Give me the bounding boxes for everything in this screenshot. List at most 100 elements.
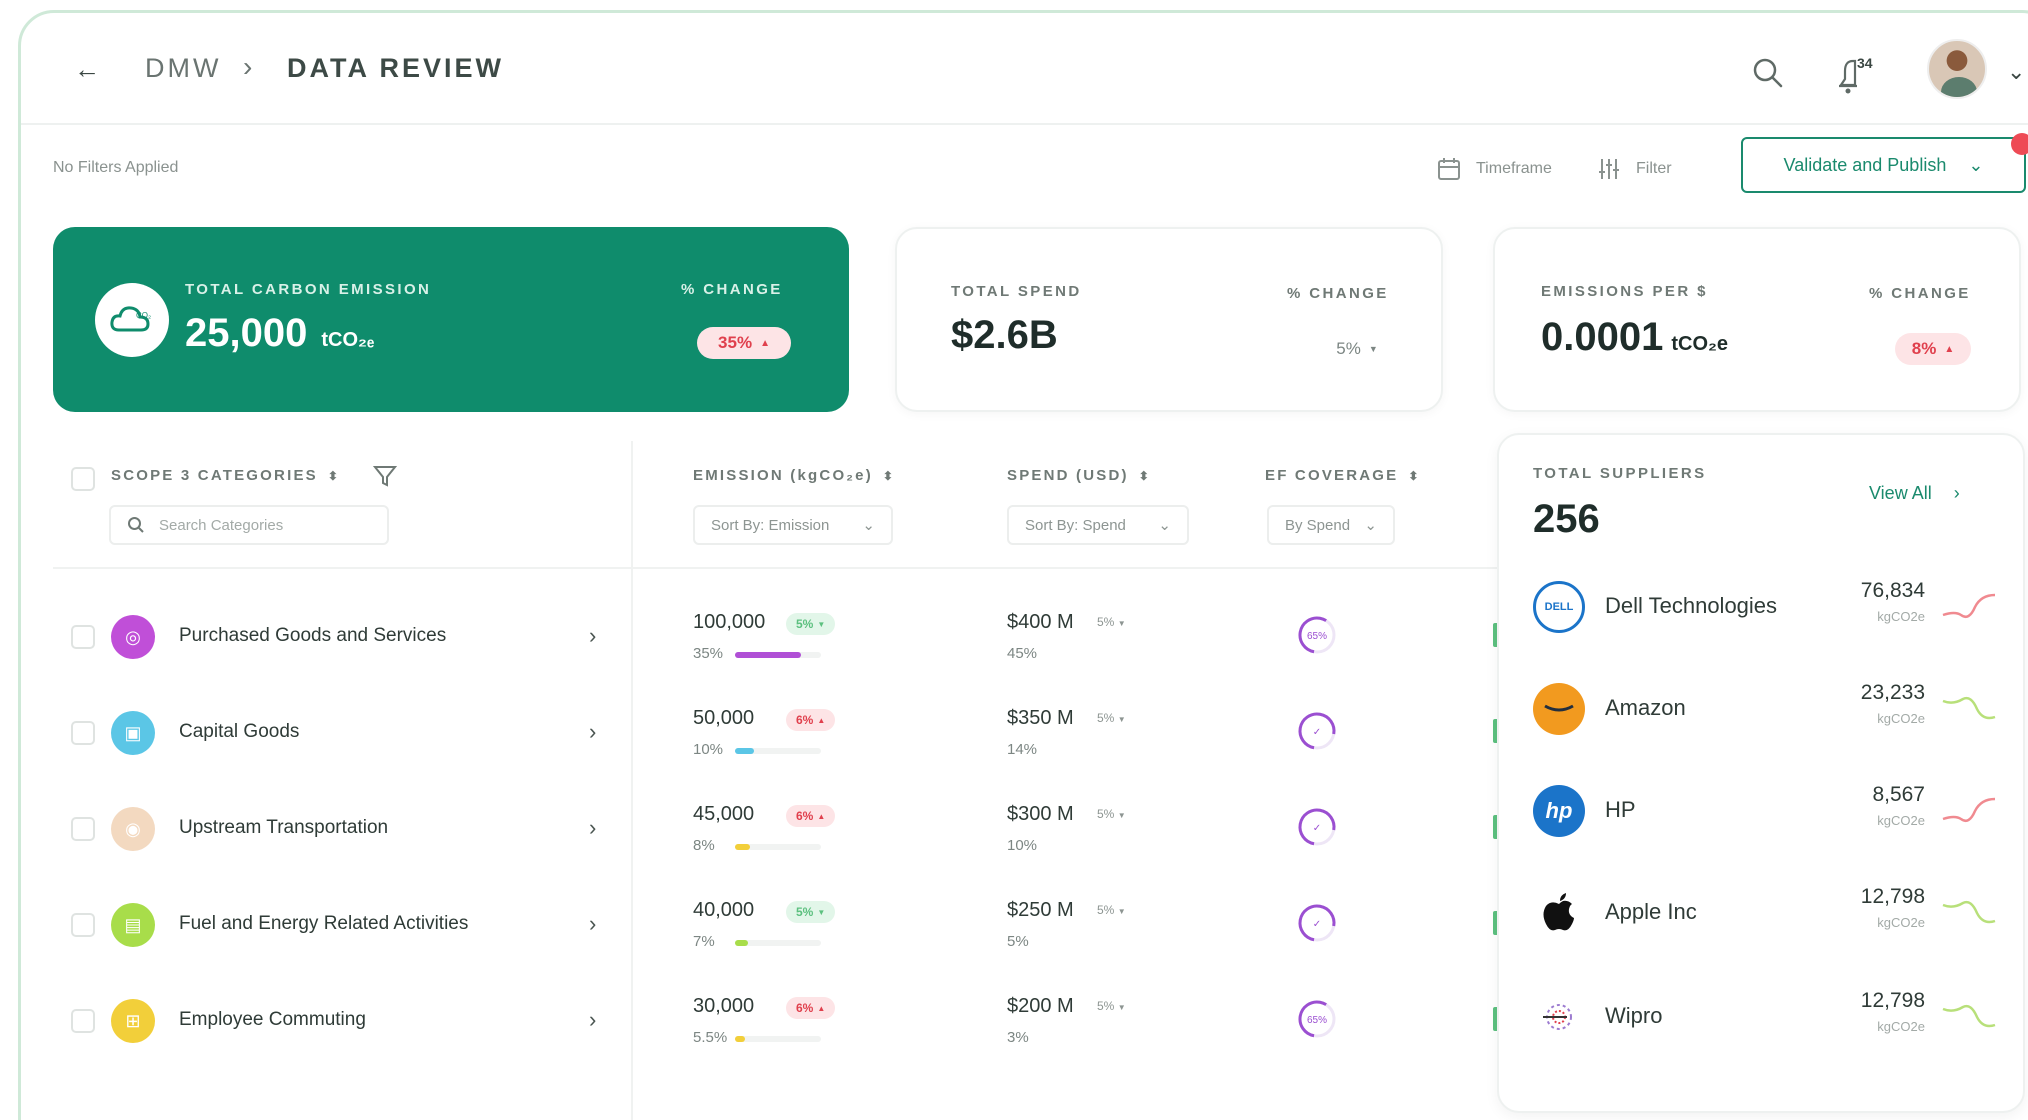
spend-header[interactable]: SPEND (USD) ⬍: [1007, 467, 1151, 484]
view-all-link[interactable]: View All ›: [1869, 483, 1960, 504]
supplier-unit: kgCO2e: [1877, 915, 1925, 930]
carbon-label: TOTAL CARBON EMISSION: [185, 281, 432, 298]
sort-icon: ⬍: [882, 469, 896, 483]
breadcrumb-root[interactable]: DMW: [145, 53, 221, 84]
emission-share-fill: [735, 748, 754, 754]
supplier-row[interactable]: hp HP 8,567 kgCO2e: [1499, 769, 2027, 869]
sort-icon: ⬍: [1138, 469, 1151, 483]
supplier-unit: kgCO2e: [1877, 711, 1925, 726]
table-row[interactable]: ⊞ Employee Commuting › 30,000 6% ▲ 5.5% $200 M 5…: [53, 985, 1523, 1081]
funnel-filter-icon[interactable]: [373, 465, 397, 487]
triangle-down-icon: ▼: [1368, 344, 1378, 354]
ef-coverage-value: ✓: [1313, 919, 1321, 930]
emissions-per-dollar-card: EMISSIONS PER $ 0.0001 tCO₂e % CHANGE 8% ▲: [1493, 227, 2021, 412]
spend-share: 45%: [1007, 645, 1038, 662]
supplier-row[interactable]: Wipro 12,798 kgCO2e: [1499, 975, 2027, 1075]
emission-header-label: EMISSION (kgCO₂e): [693, 467, 873, 484]
spend-change-value: 5%: [1097, 999, 1115, 1013]
table-row[interactable]: ▣ Capital Goods › 50,000 6% ▲ 10% $350 M 5% ▼ 14%…: [53, 697, 1523, 793]
spend-change-label: % CHANGE: [1287, 285, 1389, 302]
row-checkbox[interactable]: [71, 625, 95, 649]
timeframe-button[interactable]: Timeframe: [1436, 153, 1552, 185]
sort-spend-dropdown[interactable]: Sort By: Spend ⌄: [1007, 505, 1189, 545]
spend-change: 5% ▼: [1097, 999, 1126, 1013]
row-checkbox[interactable]: [71, 721, 95, 745]
carbon-change-label: % CHANGE: [681, 281, 783, 298]
chevron-down-icon[interactable]: ⌄: [2007, 59, 2025, 85]
category-icon: ▣: [111, 711, 155, 755]
emission-change-value: 5%: [796, 905, 814, 919]
emission-value: 40,000: [693, 899, 755, 921]
row-checkbox[interactable]: [71, 1009, 95, 1033]
table-row[interactable]: ▤ Fuel and Energy Related Activities › 40,0…: [53, 889, 1523, 985]
chevron-right-icon[interactable]: ›: [589, 623, 596, 649]
trend-down-sparkline: [1942, 1004, 1996, 1028]
table-row[interactable]: ◎ Purchased Goods and Services › 100,000 5% ▼…: [53, 601, 1523, 697]
supplier-emission: 76,834: [1860, 579, 1925, 602]
view-all-label: View All: [1869, 483, 1932, 503]
timeframe-label: Timeframe: [1476, 160, 1552, 177]
dell-logo-icon: DELL: [1533, 581, 1585, 633]
ef-coverage-ring: 65%: [1298, 616, 1336, 654]
supplier-row[interactable]: DELL Dell Technologies 76,834 kgCO2e: [1499, 565, 2027, 665]
row-checkbox[interactable]: [71, 913, 95, 937]
supplier-row[interactable]: Apple Inc 12,798 kgCO2e: [1499, 871, 2027, 971]
supplier-emission: 12,798: [1860, 989, 1925, 1012]
spend-header-label: SPEND (USD): [1007, 467, 1129, 484]
eps-change-value: 8%: [1911, 339, 1937, 358]
validate-publish-button[interactable]: Validate and Publish ⌄: [1741, 137, 2026, 193]
chevron-right-icon[interactable]: ›: [589, 815, 596, 841]
search-placeholder: Search Categories: [159, 516, 284, 534]
ef-sort-dropdown[interactable]: By Spend ⌄: [1267, 505, 1395, 545]
search-icon[interactable]: [1748, 53, 1788, 93]
chevron-right-icon[interactable]: ›: [589, 911, 596, 937]
table-row[interactable]: ◉ Upstream Transportation › 45,000 6% ▲ 8% $300…: [53, 793, 1523, 889]
back-arrow-icon[interactable]: ←: [67, 49, 107, 89]
sort-emission-dropdown[interactable]: Sort By: Emission ⌄: [693, 505, 893, 545]
category-icon: ◎: [111, 615, 155, 659]
emission-change-value: 6%: [796, 1001, 814, 1015]
emission-share-fill: [735, 652, 802, 658]
supplier-row[interactable]: Amazon 23,233 kgCO2e: [1499, 667, 2027, 767]
ef-coverage-value: 65%: [1307, 1015, 1327, 1026]
spend-change-value: 5%: [1097, 711, 1115, 725]
trend-up-sparkline: [1942, 797, 1996, 822]
filter-button[interactable]: Filter: [1596, 153, 1672, 185]
page-title: DATA REVIEW: [287, 53, 504, 83]
wipro-logo-icon: [1533, 991, 1585, 1043]
hp-logo-icon: hp: [1533, 785, 1585, 837]
carbon-unit: tCO₂ₑ: [321, 329, 375, 351]
supplier-emission: 12,798: [1860, 885, 1925, 908]
scope3-table: SCOPE 3 CATEGORIES ⬍ Search Categories EM…: [53, 441, 1523, 1120]
category-search-input[interactable]: Search Categories: [109, 505, 389, 545]
carbon-change-value: 35%: [718, 333, 753, 352]
category-name: Purchased Goods and Services: [179, 625, 447, 646]
triangle-down-icon: ▼: [817, 907, 826, 917]
categories-header[interactable]: SCOPE 3 CATEGORIES ⬍: [111, 467, 340, 484]
row-checkbox[interactable]: [71, 817, 95, 841]
trend-down-sparkline: [1942, 900, 1996, 924]
spend-value: $400 M: [1007, 611, 1074, 633]
supplier-name: Dell Technologies: [1605, 593, 1778, 618]
chevron-right-icon[interactable]: ›: [589, 719, 596, 745]
amazon-logo-icon: [1533, 683, 1585, 735]
spend-change-value: 5%: [1097, 615, 1115, 629]
app-frame: ← DMW › DATA REVIEW 34 ⌄ No Filters Appl…: [18, 10, 2028, 1120]
chevron-right-icon[interactable]: ›: [589, 1007, 596, 1033]
notification-count: 34: [1857, 55, 1873, 71]
supplier-unit: kgCO2e: [1877, 1019, 1925, 1034]
ef-coverage-header[interactable]: EF COVERAGE ⬍: [1265, 467, 1421, 484]
user-avatar[interactable]: [1927, 39, 1987, 99]
header-divider: [53, 567, 1523, 569]
category-name: Employee Commuting: [179, 1009, 366, 1030]
carbon-change-badge: 35% ▲: [697, 327, 791, 359]
top-header: ← DMW › DATA REVIEW 34 ⌄: [21, 13, 2028, 125]
spend-value: $350 M: [1007, 707, 1074, 729]
alert-dot: [2011, 133, 2028, 155]
emission-header[interactable]: EMISSION (kgCO₂e) ⬍: [693, 467, 895, 484]
svg-text:CO₂: CO₂: [136, 311, 151, 320]
emission-share: 10%: [693, 741, 724, 758]
suppliers-count: 256: [1533, 497, 1600, 541]
carbon-value-wrap: 25,000 tCO₂ₑ: [185, 311, 374, 356]
select-all-checkbox[interactable]: [71, 467, 95, 491]
